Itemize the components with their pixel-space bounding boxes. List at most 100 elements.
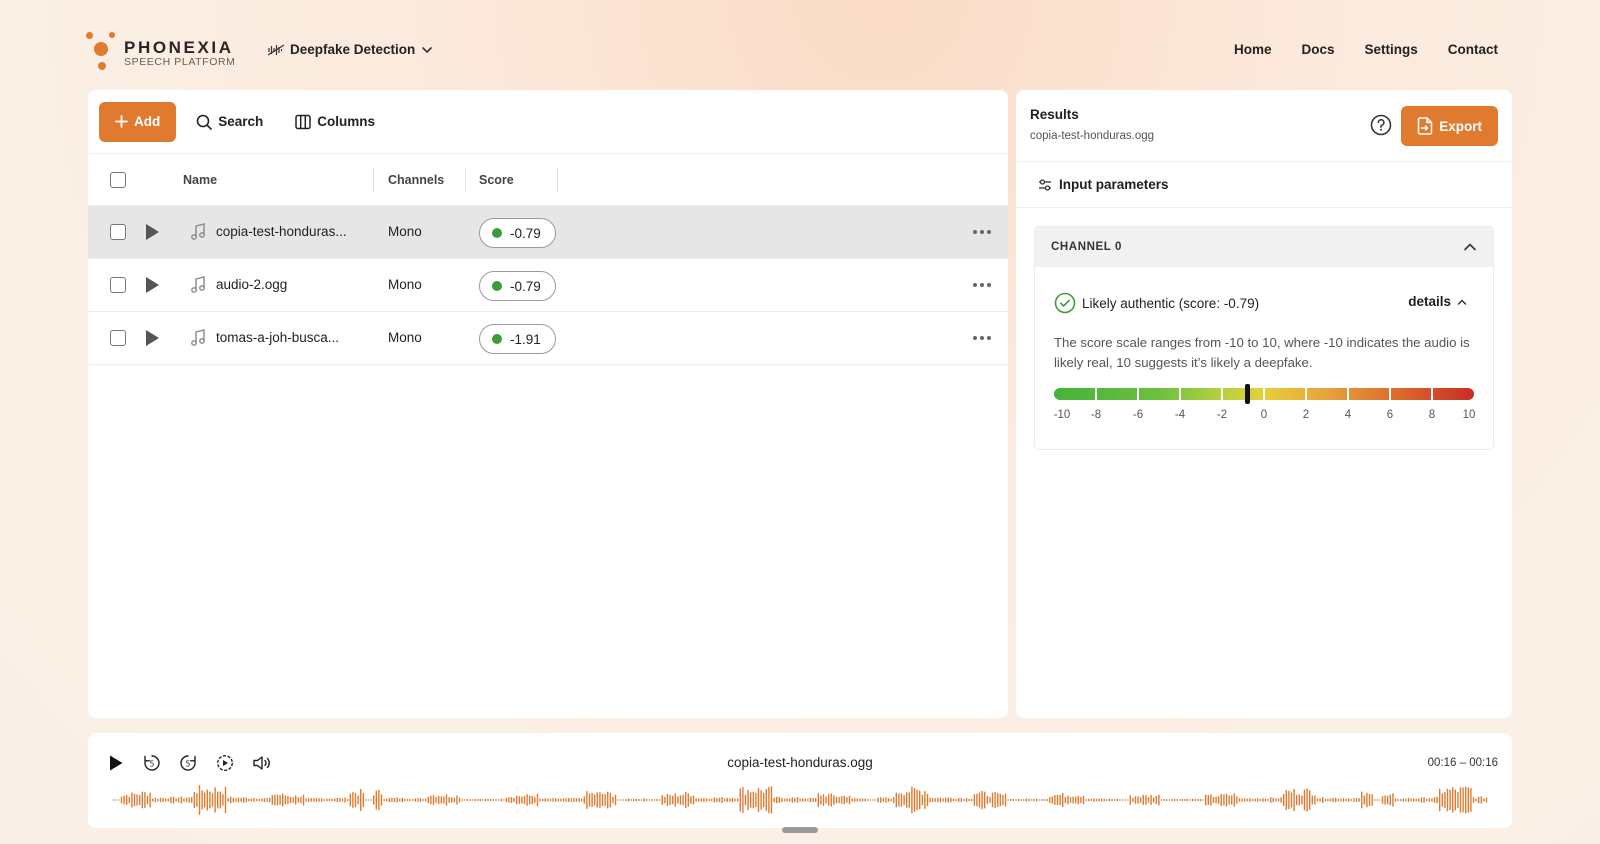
waveform-bar xyxy=(471,799,474,801)
app-switcher[interactable]: Deepfake Detection xyxy=(268,42,433,57)
play-icon[interactable] xyxy=(144,276,160,294)
waveform-bar xyxy=(1015,799,1017,801)
waveform-bar xyxy=(1400,799,1402,801)
waveform-bar xyxy=(1176,799,1178,801)
waveform[interactable] xyxy=(112,785,1488,815)
waveform-bar xyxy=(747,789,749,811)
waveform-bar xyxy=(479,798,481,802)
waveform-bar xyxy=(783,798,786,802)
row-checkbox[interactable] xyxy=(110,224,126,240)
file-name: tomas-a-joh-busca... xyxy=(216,330,340,345)
waveform-bar xyxy=(292,797,294,803)
play-icon[interactable] xyxy=(144,329,160,347)
channel-header[interactable]: CHANNEL 0 xyxy=(1035,227,1493,267)
waveform-bar xyxy=(1478,796,1480,804)
waveform-bar xyxy=(601,793,604,807)
columns-button[interactable]: Columns xyxy=(283,102,387,142)
waveform-bar xyxy=(1127,799,1129,801)
search-button-label: Search xyxy=(218,114,264,129)
waveform-bar xyxy=(1132,797,1134,803)
waveform-bar xyxy=(518,796,520,804)
waveform-bar xyxy=(924,791,926,809)
waveform-bar xyxy=(1267,799,1269,801)
more-options-icon[interactable] xyxy=(972,222,992,242)
waveform-bar xyxy=(430,795,432,805)
waveform-bar xyxy=(1340,798,1342,802)
waveform-bar xyxy=(1272,797,1274,803)
waveform-bar xyxy=(594,794,596,806)
waveform-bar xyxy=(432,795,435,805)
waveform-bar xyxy=(378,789,380,811)
waveform-bar xyxy=(1350,799,1352,801)
status-dot xyxy=(492,334,502,344)
scale-tick xyxy=(1305,388,1307,400)
waveform-bar xyxy=(542,798,544,802)
search-button[interactable]: Search xyxy=(184,102,275,142)
columns-icon xyxy=(295,114,312,129)
table-row[interactable]: audio-2.ogg Mono -0.79 xyxy=(88,259,1008,312)
waveform-bar xyxy=(568,798,570,802)
waveform-bar xyxy=(1275,798,1277,802)
column-header-score[interactable]: Score xyxy=(479,173,514,187)
row-checkbox[interactable] xyxy=(110,277,126,293)
help-icon[interactable] xyxy=(1370,114,1392,136)
column-divider[interactable] xyxy=(557,168,558,192)
nav-docs[interactable]: Docs xyxy=(1301,42,1334,57)
table-row[interactable]: tomas-a-joh-busca... Mono -1.91 xyxy=(88,312,1008,365)
waveform-bar xyxy=(336,798,338,802)
column-divider[interactable] xyxy=(465,168,466,192)
scale-label: 6 xyxy=(1386,409,1394,421)
row-checkbox[interactable] xyxy=(110,330,126,346)
waveform-bar xyxy=(1186,798,1189,801)
waveform-bar xyxy=(1306,788,1308,812)
waveform-bar xyxy=(232,797,234,803)
waveform-bar xyxy=(315,798,318,802)
waveform-bar xyxy=(165,798,167,802)
waveform-bar xyxy=(396,797,398,803)
waveform-bar xyxy=(757,788,760,812)
waveform-bar xyxy=(243,797,245,803)
waveform-bar xyxy=(305,798,307,802)
waveform-bar xyxy=(354,793,357,807)
score-value: -0.79 xyxy=(510,278,541,294)
waveform-bar xyxy=(250,798,253,802)
waveform-bar xyxy=(1101,798,1103,802)
nav-contact[interactable]: Contact xyxy=(1448,42,1498,57)
waveform-bar xyxy=(596,792,598,808)
input-parameters-toggle[interactable]: Input parameters xyxy=(1016,162,1512,208)
scale-label: -10 xyxy=(1053,409,1071,421)
waveform-bar xyxy=(204,792,206,808)
more-options-icon[interactable] xyxy=(972,328,992,348)
waveform-bar xyxy=(1293,788,1295,812)
waveform-bar xyxy=(1153,797,1155,803)
column-divider[interactable] xyxy=(373,168,374,192)
select-all-checkbox[interactable] xyxy=(110,172,126,188)
more-options-icon[interactable] xyxy=(972,275,992,295)
columns-button-label: Columns xyxy=(317,114,376,129)
export-button[interactable]: Export xyxy=(1401,106,1498,146)
details-toggle[interactable]: details xyxy=(1408,294,1467,309)
waveform-bar xyxy=(770,786,773,814)
waveform-bar xyxy=(539,798,541,802)
waveform-bar xyxy=(913,788,916,812)
add-button[interactable]: Add xyxy=(99,101,177,142)
channel-card: CHANNEL 0 Likely authentic (score: -0.79… xyxy=(1034,226,1494,450)
column-header-channels[interactable]: Channels xyxy=(388,173,444,187)
add-button-label: Add xyxy=(134,114,161,129)
phonexia-logo[interactable]: PHONEXIA SPEECH PLATFORM xyxy=(86,30,246,74)
file-name: audio-2.ogg xyxy=(216,277,288,292)
waveform-bar xyxy=(760,790,762,810)
column-header-name[interactable]: Name xyxy=(183,173,217,187)
play-icon[interactable] xyxy=(144,223,160,241)
waveform-bar xyxy=(1023,799,1025,801)
waveform-bar xyxy=(1345,798,1347,802)
resize-handle[interactable] xyxy=(782,827,818,833)
waveform-bar xyxy=(1358,798,1360,802)
nav-home[interactable]: Home xyxy=(1234,42,1272,57)
waveform-bar xyxy=(185,797,188,803)
waveform-bar xyxy=(1475,798,1477,802)
waveform-bar xyxy=(211,793,214,807)
waveform-bar xyxy=(128,796,130,804)
nav-settings[interactable]: Settings xyxy=(1364,42,1417,57)
table-row[interactable]: copia-test-honduras... Mono -0.79 xyxy=(88,206,1008,259)
